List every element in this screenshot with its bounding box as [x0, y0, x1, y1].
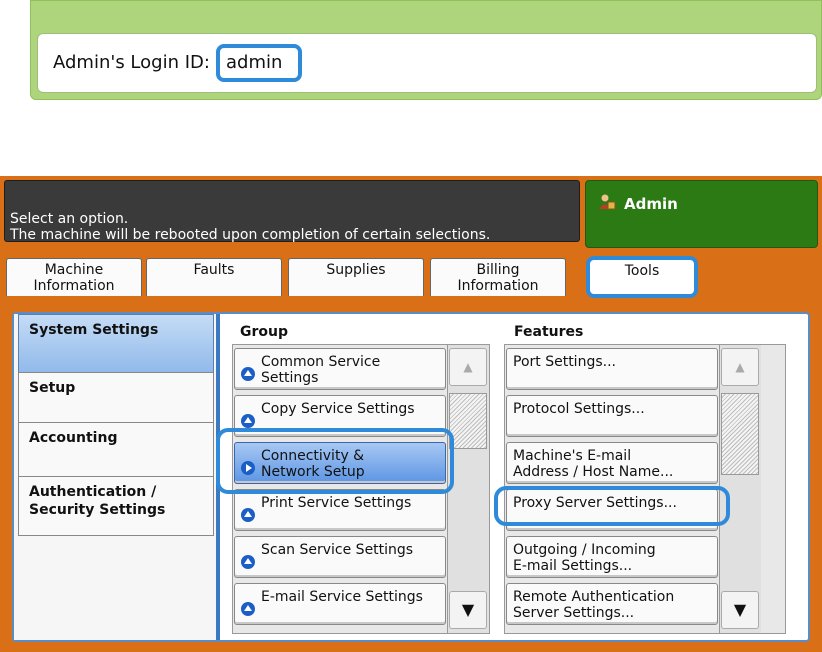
tab-supplies-label: Supplies	[326, 262, 386, 278]
group-item-print-service[interactable]: Print Service Settings	[234, 489, 446, 531]
tab-faults[interactable]: Faults	[146, 258, 282, 296]
nav-setup-label: Setup	[29, 380, 76, 396]
group-item-copy-service-label: Copy Service Settings	[261, 401, 415, 417]
tab-tools[interactable]: Tools	[586, 256, 698, 298]
feature-remote-authentication-server[interactable]: Remote Authentication Server Settings...	[506, 583, 718, 625]
nav-authentication-security-line2: Security Settings	[29, 502, 166, 518]
group-item-email-service[interactable]: E-mail Service Settings	[234, 583, 446, 625]
nav-accounting[interactable]: Accounting	[18, 422, 214, 482]
group-column-title: Group	[240, 324, 289, 340]
nav-authentication-security[interactable]: Authentication / Security Settings	[18, 476, 214, 536]
feature-machine-email-address[interactable]: Machine's E-mail Address / Host Name...	[506, 442, 718, 484]
tab-billing-information[interactable]: Billing Information	[430, 258, 566, 296]
feature-protocol-settings[interactable]: Protocol Settings...	[506, 395, 718, 437]
settings-nav: System Settings Setup Accounting Authent…	[14, 314, 218, 640]
login-id-label: Admin's Login ID:	[53, 52, 210, 73]
feature-remote-auth-line1: Remote Authentication	[513, 589, 675, 605]
features-column-title: Features	[514, 324, 584, 340]
admin-user-label: Admin	[624, 195, 678, 213]
group-item-email-service-label: E-mail Service Settings	[261, 589, 423, 605]
feature-outgoing-incoming-email[interactable]: Outgoing / Incoming E-mail Settings...	[506, 536, 718, 578]
features-scroll-down-button[interactable]: ▼	[721, 591, 759, 629]
feature-remote-auth-line2: Server Settings...	[513, 605, 635, 621]
arrow-up-icon	[241, 602, 255, 616]
group-scrollbar[interactable]: ▲ ▼	[447, 345, 489, 633]
login-id-value[interactable]: admin	[216, 44, 302, 82]
message-line-1: Select an option.	[10, 211, 129, 227]
nav-system-settings[interactable]: System Settings	[18, 314, 214, 374]
group-scroll-down-button[interactable]: ▼	[449, 591, 487, 629]
group-scroll-up-button[interactable]: ▲	[449, 348, 487, 386]
admin-user-button[interactable]: Admin	[585, 180, 818, 248]
tab-billing-information-line1: Billing	[476, 262, 520, 278]
group-item-common-service-line1: Common Service	[261, 354, 381, 370]
nav-authentication-security-line1: Authentication /	[29, 484, 157, 500]
proxy-highlight-ring	[494, 486, 730, 526]
features-scroll-up-button[interactable]: ▲	[721, 348, 759, 386]
admin-user-icon	[599, 194, 616, 210]
nav-accounting-label: Accounting	[29, 430, 118, 446]
login-id-field[interactable]: Admin's Login ID: admin	[37, 33, 817, 93]
tab-machine-information-line2: Information	[33, 278, 115, 294]
feature-outgoing-incoming-line2: E-mail Settings...	[513, 558, 633, 574]
group-item-scan-service-label: Scan Service Settings	[261, 542, 414, 558]
connectivity-highlight-ring	[216, 428, 454, 494]
arrow-up-icon	[241, 508, 255, 522]
tab-tools-label: Tools	[624, 263, 660, 279]
group-item-scan-service[interactable]: Scan Service Settings	[234, 536, 446, 578]
tab-billing-information-line2: Information	[457, 278, 539, 294]
feature-port-settings[interactable]: Port Settings...	[506, 348, 718, 390]
feature-port-settings-label: Port Settings...	[513, 354, 616, 370]
features-scroll-thumb[interactable]	[721, 393, 759, 475]
tab-supplies[interactable]: Supplies	[288, 258, 424, 296]
group-item-common-service[interactable]: Common Service Settings	[234, 348, 446, 390]
tab-faults-label: Faults	[193, 262, 235, 278]
tab-machine-information[interactable]: Machine Information	[6, 258, 142, 296]
device-control-panel: Select an option. The machine will be re…	[0, 176, 822, 652]
nav-system-settings-label: System Settings	[29, 322, 159, 338]
arrow-up-icon	[241, 414, 255, 428]
feature-outgoing-incoming-line1: Outgoing / Incoming	[513, 542, 656, 558]
group-scroll-thumb[interactable]	[449, 393, 487, 449]
arrow-up-icon	[241, 367, 255, 381]
group-item-print-service-label: Print Service Settings	[261, 495, 412, 511]
group-item-common-service-line2: Settings	[261, 370, 319, 386]
message-area: Select an option. The machine will be re…	[4, 180, 580, 243]
login-id-panel: Admin's Login ID: admin	[30, 0, 822, 100]
message-line-2: The machine will be rebooted upon comple…	[10, 227, 491, 243]
feature-protocol-settings-label: Protocol Settings...	[513, 401, 645, 417]
feature-machine-email-line2: Address / Host Name...	[513, 464, 674, 480]
tab-machine-information-line1: Machine	[44, 262, 104, 278]
feature-machine-email-line1: Machine's E-mail	[513, 448, 632, 464]
arrow-up-icon	[241, 555, 255, 569]
